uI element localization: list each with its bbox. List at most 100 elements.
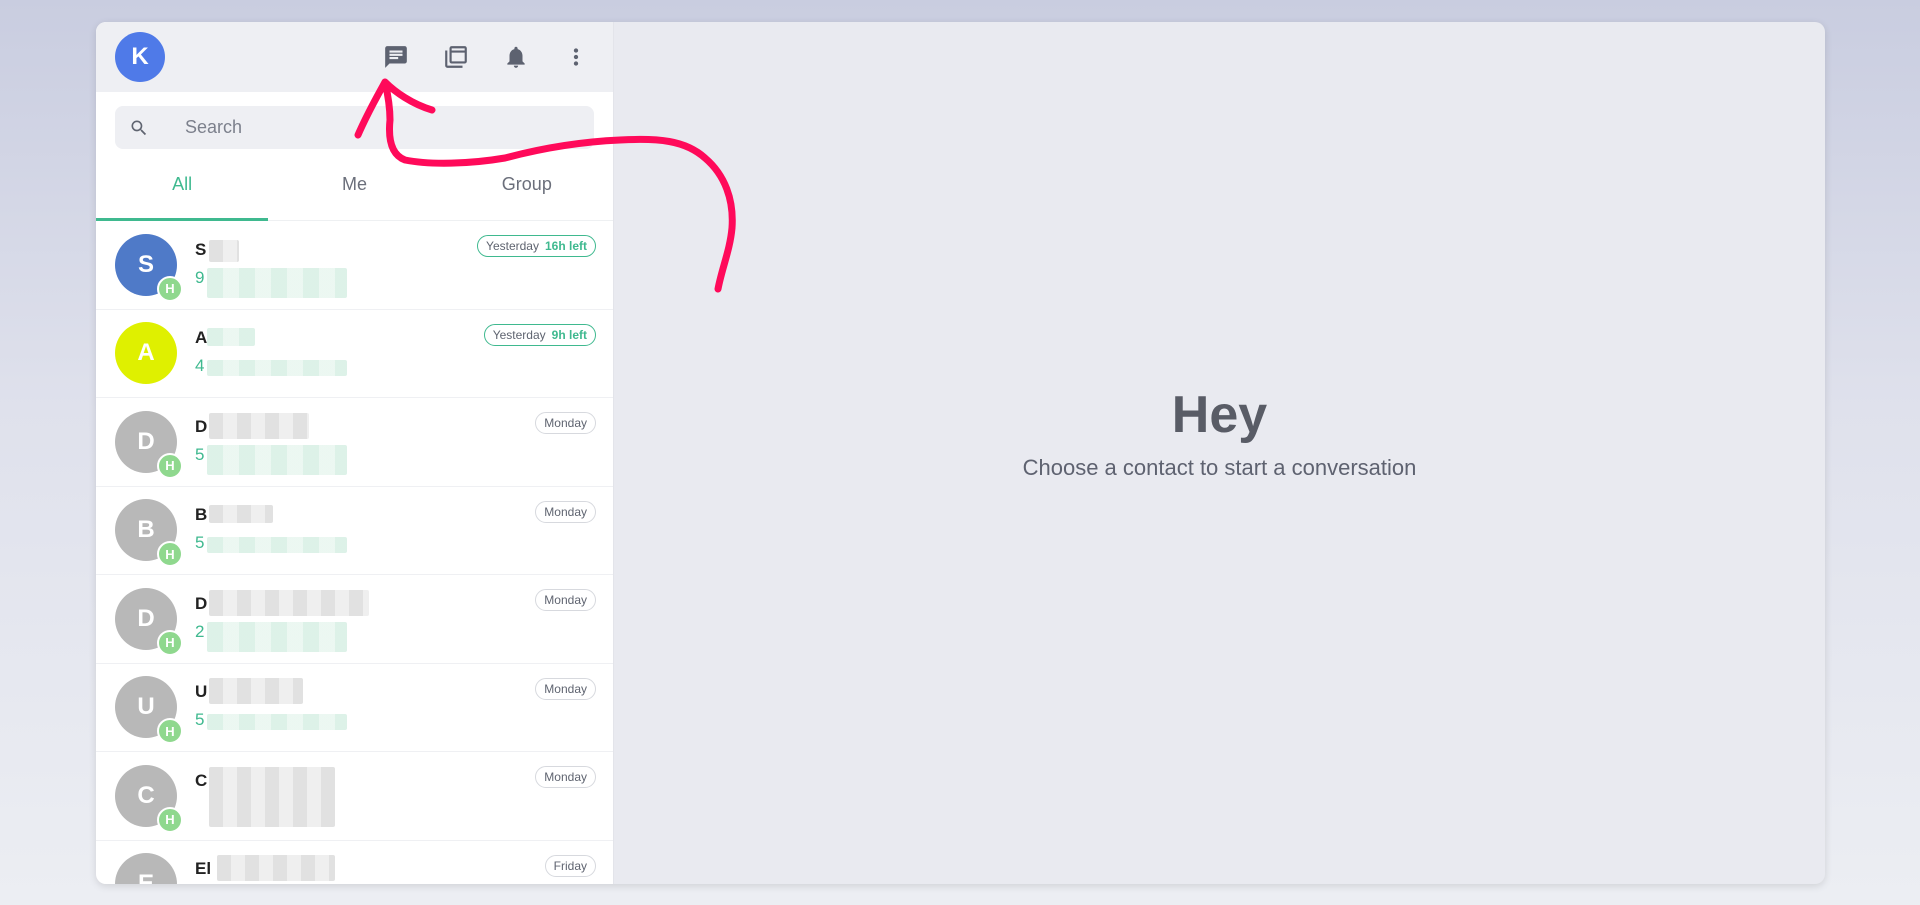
timestamp-badge: Yesterday 16h left <box>477 235 596 257</box>
tab-all[interactable]: All <box>96 149 269 221</box>
handoff-badge: H <box>157 541 183 568</box>
redacted-name <box>207 328 255 347</box>
handoff-badge: H <box>157 275 183 302</box>
welcome-title: Hey <box>1171 386 1268 444</box>
contact-row[interactable]: D H D 2 Monday <box>96 575 613 664</box>
chat-icon <box>385 46 407 68</box>
redacted-name <box>209 505 273 524</box>
handoff-badge: H <box>157 718 183 745</box>
sidebar-header: K <box>96 22 613 92</box>
timestamp-badge: Monday <box>535 677 596 700</box>
contact-text: B 5 <box>195 499 594 561</box>
contact-name: U <box>195 682 208 702</box>
redacted-name <box>217 855 335 882</box>
contact-name: C <box>195 770 208 790</box>
redacted-preview <box>207 714 347 731</box>
tab-group[interactable]: Group <box>441 149 613 220</box>
search-icon <box>131 120 147 135</box>
timestamp-badge: Monday <box>535 500 596 523</box>
contact-row[interactable]: U H U 5 Monday <box>96 664 613 752</box>
contact-name: A <box>195 328 208 348</box>
user-avatar[interactable]: K <box>115 32 165 82</box>
contact-date: Monday <box>544 770 587 784</box>
contact-date: Monday <box>544 593 587 607</box>
filter-tabs: All Me Group <box>96 149 613 221</box>
library-button[interactable] <box>426 37 486 77</box>
notifications-button[interactable] <box>486 37 546 77</box>
contact-text: El <box>195 853 594 884</box>
contact-avatar-initial: U <box>137 693 155 721</box>
contact-name: El <box>195 859 212 879</box>
contact-date: Yesterday <box>486 239 539 253</box>
contact-date: Yesterday <box>492 327 546 342</box>
contact-date: Monday <box>544 504 587 519</box>
redacted-preview <box>207 360 347 377</box>
contact-text: C <box>195 765 594 827</box>
redacted-preview <box>207 621 347 652</box>
contact-row[interactable]: C H C Monday <box>96 752 613 841</box>
time-left: 16h left <box>544 239 587 253</box>
conversation-placeholder: Hey Choose a contact to start a conversa… <box>614 22 1825 884</box>
chat-app-window: K All <box>96 22 1825 884</box>
handoff-badge: H <box>157 806 183 833</box>
contact-text: D 5 <box>195 411 594 475</box>
contact-avatar: B H <box>115 499 183 568</box>
contact-preview: 2 <box>195 621 205 641</box>
contact-name: D <box>195 593 208 613</box>
timestamp-badge: Monday <box>535 589 596 611</box>
search-input[interactable] <box>185 117 565 138</box>
new-chat-button[interactable] <box>366 37 426 77</box>
more-vert-icon <box>573 48 579 66</box>
time-left: 9h left <box>551 327 587 342</box>
redacted-name <box>209 412 309 439</box>
search-box <box>115 106 594 149</box>
contact-text: U 5 <box>195 676 594 738</box>
contact-avatar: S H <box>115 233 183 302</box>
contact-preview: 9 <box>195 267 205 287</box>
search-container <box>96 92 613 149</box>
contact-preview: 5 <box>195 444 205 464</box>
contact-name: D <box>195 416 208 436</box>
redacted-preview <box>207 267 347 298</box>
contact-row[interactable]: B H B 5 Monday <box>96 487 613 575</box>
contact-avatar: D H <box>115 410 183 479</box>
library-icon <box>445 46 467 68</box>
more-menu-button[interactable] <box>546 37 606 77</box>
contact-row[interactable]: E El Friday <box>96 841 613 884</box>
redacted-name <box>209 678 303 705</box>
contact-avatar: A <box>115 322 177 385</box>
tab-me[interactable]: Me <box>268 149 440 220</box>
contact-avatar-initial: B <box>137 516 155 544</box>
contact-avatar: U H <box>115 676 183 745</box>
handoff-badge: H <box>157 629 183 656</box>
redacted-name <box>209 589 369 616</box>
contact-avatar-initial: D <box>137 427 155 455</box>
contact-preview: 4 <box>195 356 205 376</box>
contact-row[interactable]: D H D 5 Monday <box>96 398 613 487</box>
contact-avatar-initial: S <box>137 250 154 278</box>
timestamp-badge: Monday <box>535 412 596 434</box>
redacted-preview <box>207 444 347 475</box>
timestamp-badge: Monday <box>535 766 596 788</box>
contact-date: Monday <box>544 416 587 430</box>
contact-avatar-initial: C <box>137 781 155 809</box>
contact-date: Friday <box>553 858 587 873</box>
bell-icon <box>507 46 525 68</box>
welcome-subtitle: Choose a contact to start a conversation <box>1022 455 1417 480</box>
sidebar: K All <box>96 22 614 884</box>
contact-preview: 5 <box>195 533 205 553</box>
redacted-name <box>209 766 335 827</box>
contact-row[interactable]: S H S 9 Yesterday 16h left <box>96 221 613 310</box>
contact-avatar: D H <box>115 587 183 656</box>
handoff-badge: H <box>157 452 183 479</box>
contact-text: D 2 <box>195 588 594 652</box>
contact-avatar: C H <box>115 764 183 833</box>
contact-row[interactable]: A A 4 Yesterday 9h left <box>96 310 613 398</box>
contact-avatar-initial: E <box>137 870 154 884</box>
contact-preview: 5 <box>195 710 205 730</box>
contact-list: S H S 9 Yesterday 16h left A A 4 Yesterd… <box>96 221 613 884</box>
contact-avatar-initial: D <box>137 604 155 632</box>
contact-avatar-initial: A <box>137 339 155 367</box>
redacted-name <box>209 239 239 262</box>
contact-name: S <box>195 239 207 259</box>
